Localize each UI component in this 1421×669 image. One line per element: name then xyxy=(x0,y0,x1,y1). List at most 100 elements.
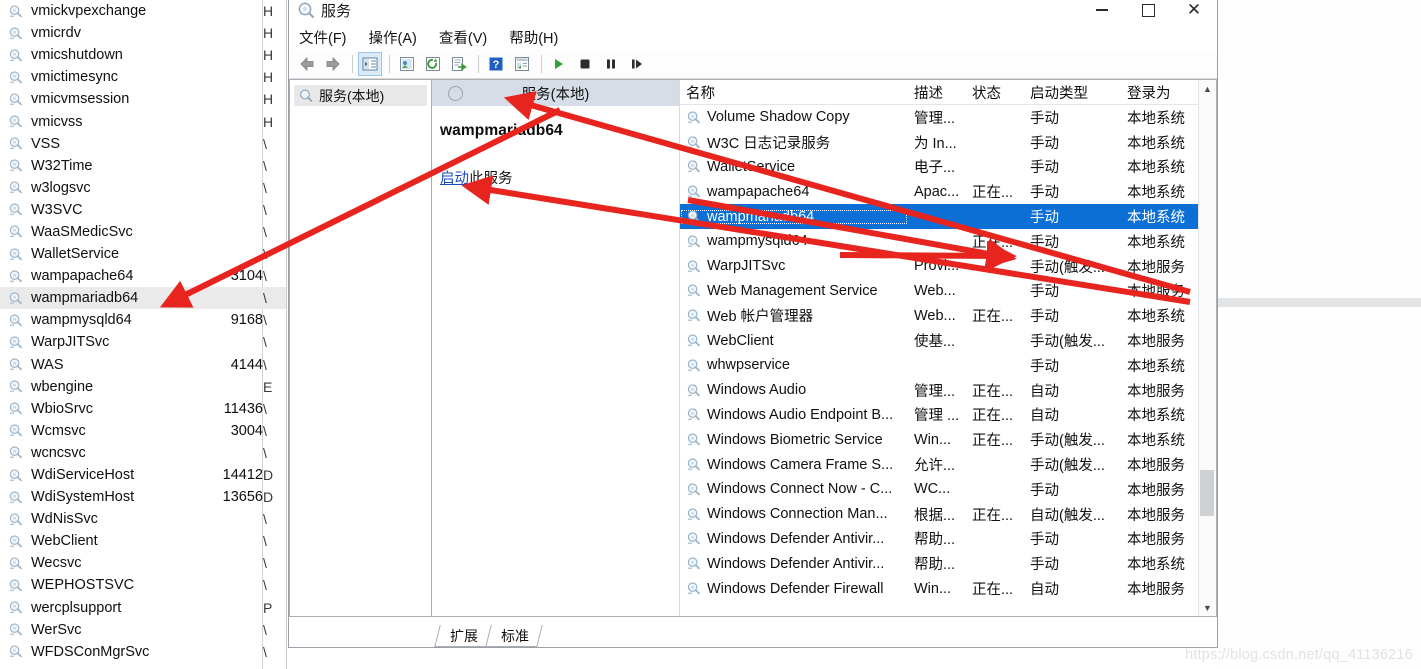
column-header-3[interactable]: 启动类型 xyxy=(1024,82,1121,103)
menu-item-0[interactable]: 文件(F) xyxy=(299,27,347,48)
scrollbar-thumb[interactable] xyxy=(1200,470,1214,516)
task-manager-row[interactable]: WFDSConMgrSvc \ xyxy=(0,641,286,663)
services-table-row[interactable]: Windows Audio Endpoint B... 管理 ... 正在... 自动… xyxy=(680,403,1216,428)
services-table-row[interactable]: Web 帐户管理器 Web... 正在... 手动 本地系统 xyxy=(680,303,1216,328)
minimize-button[interactable] xyxy=(1079,0,1125,24)
task-manager-row[interactable]: WdNisSvc \ xyxy=(0,508,286,530)
task-manager-row[interactable]: WEPHOSTSVC \ xyxy=(0,574,286,596)
show-hide-action-pane-icon[interactable] xyxy=(510,52,534,76)
close-button[interactable]: ✕ xyxy=(1171,0,1217,24)
services-table-row[interactable]: Windows Defender Firewall Win... 正在... 自动 本地… xyxy=(680,576,1216,601)
forward-icon[interactable] xyxy=(321,52,345,76)
services-table-row[interactable]: Windows Connection Man... 根据... 正在... 自动(触发… xyxy=(680,502,1216,527)
start-service-icon[interactable] xyxy=(547,52,571,76)
scroll-up-icon[interactable]: ▲ xyxy=(1199,80,1216,97)
menu-item-3[interactable]: 帮助(H) xyxy=(509,27,558,48)
task-manager-row[interactable]: vmictimesync H xyxy=(0,66,286,88)
services-titlebar[interactable]: 服务 ✕ xyxy=(289,0,1217,24)
task-manager-row[interactable]: WbioSrvc 11436 \ xyxy=(0,398,286,420)
task-manager-row[interactable]: WarpJITSvc \ xyxy=(0,331,286,353)
cell-startup: 手动 xyxy=(1030,284,1059,301)
task-manager-row[interactable]: VSS \ xyxy=(0,133,286,155)
services-table-row[interactable]: Windows Connect Now - C... WC... 手动 本地服务 xyxy=(680,477,1216,502)
service-gear-icon xyxy=(686,159,702,174)
column-header-1[interactable]: 描述 xyxy=(908,82,966,103)
cell-desc: 电子... xyxy=(914,160,956,177)
services-table-row[interactable]: Windows Audio 管理... 正在... 自动 本地服务 xyxy=(680,378,1216,403)
task-manager-row[interactable]: WdiServiceHost 14412 D xyxy=(0,464,286,486)
task-manager-row[interactable]: vmickvpexchange H xyxy=(0,0,286,22)
services-table-row[interactable]: WalletService 电子... 手动 本地系统 xyxy=(680,155,1216,180)
console-tree[interactable]: 服务(本地) xyxy=(289,79,431,617)
help-icon[interactable]: ? xyxy=(484,52,508,76)
task-manager-row[interactable]: W3SVC \ xyxy=(0,199,286,221)
services-table-row[interactable]: W3C 日志记录服务为 In... 手动 本地系统 xyxy=(680,130,1216,155)
task-manager-row[interactable]: wbengine E xyxy=(0,376,286,398)
task-manager-row[interactable]: wampapache64 3104 \ xyxy=(0,265,286,287)
cell-desc: 根据... xyxy=(914,507,956,524)
task-manager-row[interactable]: vmicvmsession H xyxy=(0,88,286,110)
menu-item-1[interactable]: 操作(A) xyxy=(369,27,417,48)
services-table-row[interactable]: Windows Biometric Service Win... 正在... 手动(触… xyxy=(680,427,1216,452)
task-manager-row[interactable]: wampmysqld64 9168 \ xyxy=(0,309,286,331)
task-manager-row[interactable]: vmicrdv H xyxy=(0,22,286,44)
services-table-row[interactable]: wampapache64 Apac... 正在... 手动 本地系统 xyxy=(680,179,1216,204)
services-table-row[interactable]: Windows Defender Antivir... 帮助... 手动 本地服务 xyxy=(680,527,1216,552)
restart-service-icon[interactable] xyxy=(625,52,649,76)
scroll-down-icon[interactable]: ▼ xyxy=(1199,599,1216,616)
task-manager-row[interactable]: w3logsvc \ xyxy=(0,177,286,199)
services-list-pane[interactable]: 名称 描述 状态 启动类型 登录为 Volume Shadow Copy 管理... 手动本… xyxy=(680,80,1216,616)
task-manager-row[interactable]: Wcmsvc 3004 \ xyxy=(0,420,286,442)
task-manager-pid: 3004 xyxy=(230,422,263,439)
services-table-row[interactable]: Windows Defender Antivir... 帮助... 手动 本地系统 xyxy=(680,551,1216,576)
menu-item-2[interactable]: 查看(V) xyxy=(439,27,487,48)
task-manager-row[interactable]: WerSvc \ xyxy=(0,619,286,641)
services-table-row[interactable]: whwpservice 手动 本地系统 xyxy=(680,353,1216,378)
export-list-icon[interactable] xyxy=(447,52,471,76)
maximize-button[interactable] xyxy=(1125,0,1171,24)
services-table-row[interactable]: Web Management Service Web... 手动 本地服务 xyxy=(680,279,1216,304)
task-manager-services-list[interactable]: vmickvpexchange Hvmicrdv Hvmicshutdown Hvmi… xyxy=(0,0,287,669)
start-this-service-link[interactable]: 启动 xyxy=(440,171,469,187)
task-manager-row[interactable]: W32Time \ xyxy=(0,155,286,177)
services-list-header[interactable]: 名称 描述 状态 启动类型 登录为 xyxy=(680,80,1216,105)
back-icon[interactable] xyxy=(295,52,319,76)
task-manager-service-name: VSS xyxy=(31,135,61,152)
pause-service-icon[interactable] xyxy=(599,52,623,76)
task-manager-row[interactable]: WaaSMedicSvc \ xyxy=(0,221,286,243)
cell-name: wampapache64 xyxy=(680,184,908,200)
tree-item-services-local[interactable]: 服务(本地) xyxy=(294,85,427,106)
view-tabs[interactable]: 扩展 标准 xyxy=(431,621,543,647)
show-hide-console-tree-icon[interactable] xyxy=(358,52,382,76)
view-tab-0[interactable]: 扩展 xyxy=(434,625,492,647)
toolbar[interactable]: ? xyxy=(289,50,1217,79)
refresh-icon[interactable] xyxy=(421,52,445,76)
task-manager-row[interactable]: vmicvss H xyxy=(0,110,286,132)
column-header-0[interactable]: 名称 xyxy=(680,82,908,103)
stop-service-icon[interactable] xyxy=(573,52,597,76)
services-table-row[interactable]: Windows Camera Frame S... 允许... 手动(触发... 本地… xyxy=(680,452,1216,477)
task-manager-row[interactable]: WAS 4144 \ xyxy=(0,354,286,376)
task-manager-row[interactable]: wampmariadb64 \ xyxy=(0,287,286,310)
service-name-text: Windows Biometric Service xyxy=(707,431,883,448)
services-table-row[interactable]: wampmysqld64 正在... 手动 本地系统 xyxy=(680,229,1216,254)
services-list-rows[interactable]: Volume Shadow Copy 管理... 手动 本地系统 W3C 日志记录服务为… xyxy=(680,105,1216,601)
services-table-row[interactable]: Volume Shadow Copy 管理... 手动 本地系统 xyxy=(680,105,1216,130)
services-list-scrollbar[interactable]: ▲ ▼ xyxy=(1198,80,1216,616)
services-table-row[interactable]: wampmariadb64 手动 本地系统 xyxy=(680,204,1216,229)
view-tab-1[interactable]: 标准 xyxy=(485,625,543,647)
task-manager-row[interactable]: wcncsvc \ xyxy=(0,442,286,464)
task-manager-row[interactable]: WebClient \ xyxy=(0,530,286,552)
detail-action-line: 启动此服务 xyxy=(432,167,679,188)
task-manager-row[interactable]: WdiSystemHost 13656 D xyxy=(0,486,286,508)
task-manager-row[interactable]: wercplsupport P xyxy=(0,597,286,619)
properties-icon[interactable] xyxy=(395,52,419,76)
task-manager-row[interactable]: Wecsvc \ xyxy=(0,552,286,574)
services-table-row[interactable]: WarpJITSvc Provi... 手动(触发... 本地服务 xyxy=(680,254,1216,279)
service-gear-icon xyxy=(8,335,25,350)
services-table-row[interactable]: WebClient 使基... 手动(触发... 本地服务 xyxy=(680,328,1216,353)
menubar[interactable]: 文件(F) 操作(A) 查看(V) 帮助(H) xyxy=(289,24,1217,50)
task-manager-row[interactable]: vmicshutdown H xyxy=(0,44,286,66)
column-header-2[interactable]: 状态 xyxy=(966,82,1024,103)
task-manager-row[interactable]: WalletService \ xyxy=(0,243,286,265)
